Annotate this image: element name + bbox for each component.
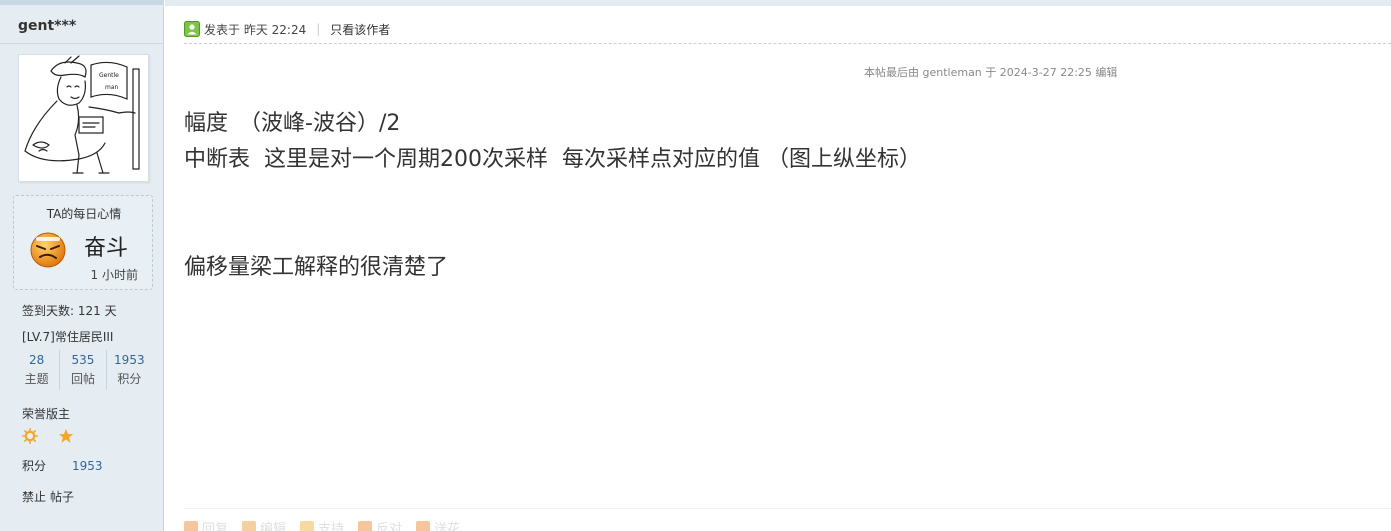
mood-title: TA的每日心情 <box>46 207 122 221</box>
author-only-link[interactable]: 只看该作者 <box>330 21 390 38</box>
send-flower-button[interactable]: 送花 <box>416 518 460 531</box>
edit-pencil-icon <box>242 520 257 531</box>
medal-row <box>22 428 74 444</box>
signin-days: 签到天数: 121 天 <box>22 304 117 318</box>
content-line-interrupt-table: 中断表 这里是对一个周期200次采样 每次采样点对应的值 （图上纵坐标） <box>184 147 921 172</box>
sidebar-top-border <box>0 0 164 5</box>
support-label: 支持 <box>318 522 345 531</box>
edit-button[interactable]: 编辑 <box>242 518 286 531</box>
mood-time: 1 小时前 <box>90 268 138 282</box>
post-content: 幅度 （波峰-波谷）/2 中断表 这里是对一个周期200次采样 每次采样点对应的… <box>184 106 921 286</box>
meta-separator: | <box>316 22 321 36</box>
post-time: 发表于 昨天 22:24 <box>204 22 307 37</box>
stat-replies-num[interactable]: 535 <box>60 353 105 367</box>
oppose-button[interactable]: 反对 <box>358 518 402 531</box>
svg-text:man: man <box>105 84 119 91</box>
stat-threads-num[interactable]: 28 <box>14 353 59 367</box>
post-actions: 回复 编辑 支持 反对 送花 <box>184 518 460 531</box>
content-line-amplitude: 幅度 （波峰-波谷）/2 <box>184 111 401 136</box>
support-button[interactable]: 支持 <box>300 518 344 531</box>
author-sidebar: gent*** Gentle man TA的每日心情 奋斗 1 小时前 签到天数… <box>0 0 164 531</box>
striving-emoticon-icon <box>30 232 66 268</box>
reply-label: 回复 <box>202 522 229 531</box>
avatar-sketch-icon: Gentle man <box>24 55 140 174</box>
content-blank-gap <box>184 178 921 250</box>
post-meta: 发表于 昨天 22:24 | 只看该作者 <box>184 20 390 38</box>
edit-note: 本帖最后由 gentleman 于 2024-3-27 22:25 编辑 <box>864 66 1118 79</box>
sidebar-divider <box>0 43 163 44</box>
daily-mood-box: TA的每日心情 奋斗 1 小时前 <box>13 195 153 290</box>
credit-row: 积分 1953 <box>22 457 103 474</box>
author-username[interactable]: gent*** <box>18 18 76 34</box>
author-stats: 28 主题 535 回帖 1953 积分 <box>14 350 152 390</box>
stat-credits-label: 积分 <box>117 372 142 386</box>
stat-replies-label: 回帖 <box>70 372 95 386</box>
stat-threads-label: 主题 <box>24 372 49 386</box>
posts-link[interactable]: 帖子 <box>50 490 74 504</box>
support-icon <box>300 520 315 531</box>
actions-divider <box>184 508 1391 509</box>
reply-icon <box>184 520 198 531</box>
user-level[interactable]: [LV.7]常住居民III <box>22 328 113 345</box>
content-line-offset: 偏移量梁工解释的很清楚了 <box>184 255 449 280</box>
stat-replies[interactable]: 535 回帖 <box>59 350 105 390</box>
online-status-icon <box>184 21 200 37</box>
credit-value[interactable]: 1953 <box>72 459 103 473</box>
credit-label: 积分 <box>22 459 47 473</box>
oppose-icon <box>358 520 373 531</box>
post-top-border <box>165 0 1391 6</box>
meta-divider <box>184 43 1391 44</box>
star-medal-icon[interactable] <box>58 428 74 444</box>
sun-medal-icon[interactable] <box>22 428 38 444</box>
stat-credits-num[interactable]: 1953 <box>107 353 152 367</box>
mood-status: 奋斗 <box>84 236 129 261</box>
flower-icon <box>416 520 431 531</box>
oppose-label: 反对 <box>376 522 403 531</box>
send-flower-label: 送花 <box>434 522 461 531</box>
moon-medal-icon[interactable] <box>41 428 55 444</box>
author-avatar[interactable]: Gentle man <box>18 54 149 182</box>
stat-credits[interactable]: 1953 积分 <box>105 350 152 390</box>
post-container: gent*** Gentle man TA的每日心情 奋斗 1 小时前 签到天数… <box>0 0 1391 531</box>
reply-button[interactable]: 回复 <box>184 518 228 531</box>
edit-label: 编辑 <box>260 522 287 531</box>
ban-link[interactable]: 禁止 <box>22 490 46 504</box>
stat-threads[interactable]: 28 主题 <box>14 350 59 390</box>
svg-text:Gentle: Gentle <box>99 72 119 79</box>
moderation-row: 禁止 帖子 <box>22 488 78 505</box>
post-main: 发表于 昨天 22:24 | 只看该作者 本帖最后由 gentleman 于 2… <box>165 0 1391 531</box>
user-rank: 荣誉版主 <box>22 407 71 421</box>
